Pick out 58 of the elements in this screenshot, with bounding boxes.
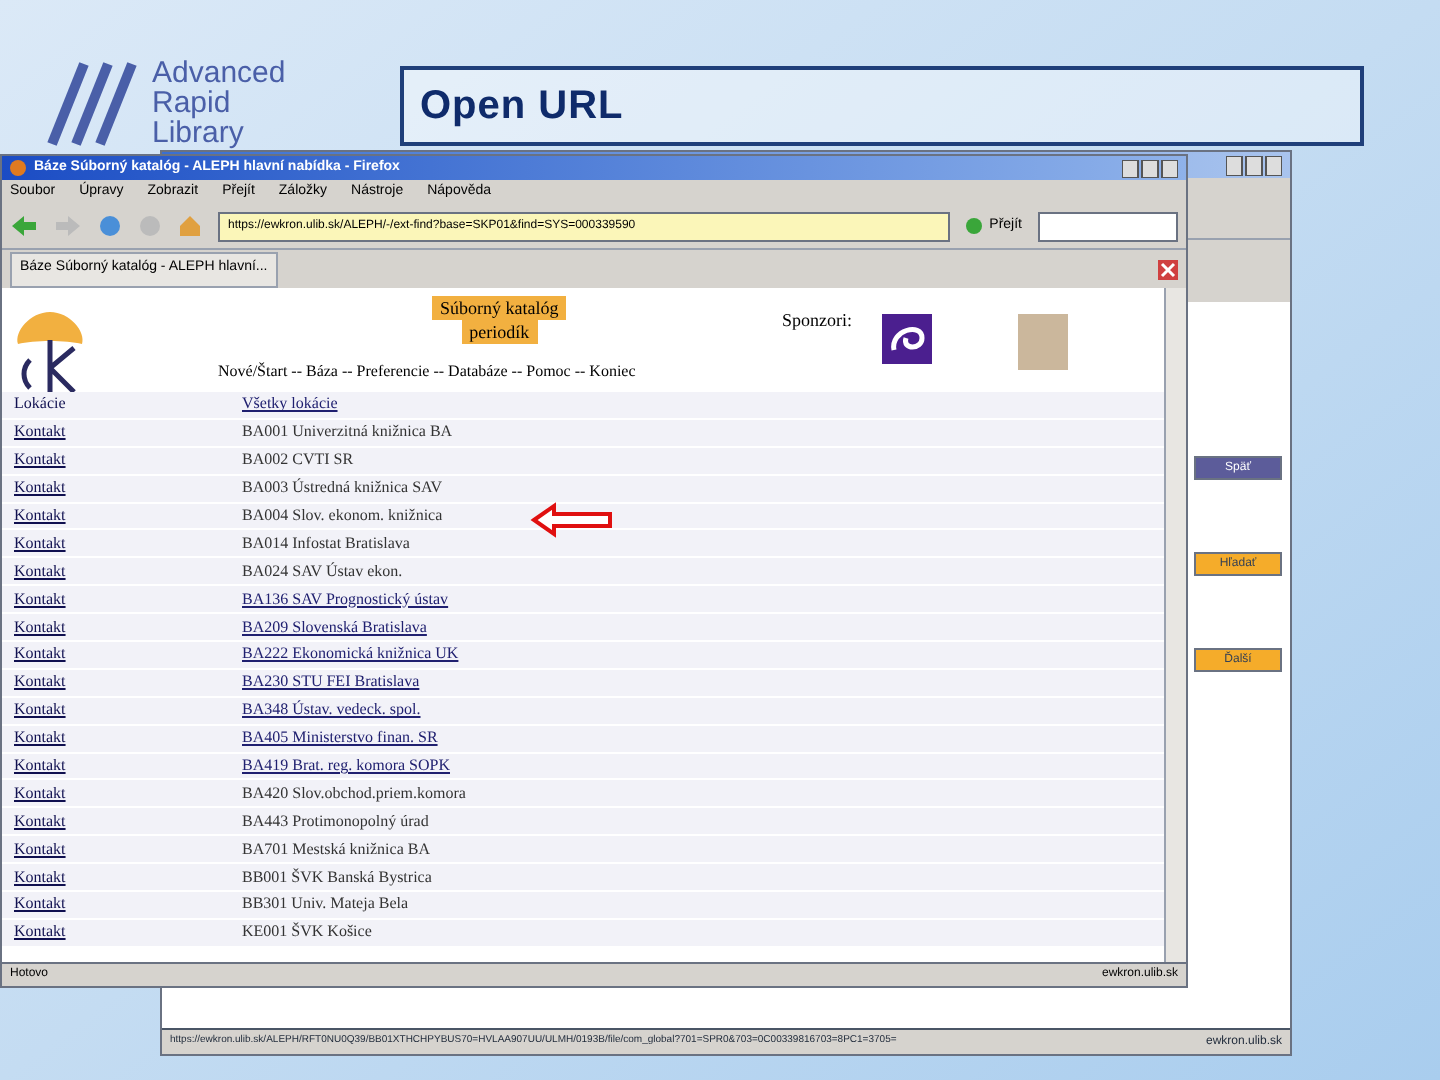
table-cell[interactable]: Kontakt	[2, 754, 232, 779]
table-cell[interactable]: Kontakt	[2, 698, 232, 723]
table-cell[interactable]: BA230 STU FEI Bratislava	[232, 670, 420, 695]
table-cell[interactable]: Kontakt	[2, 920, 232, 945]
table-cell-text: Lokácie	[12, 392, 68, 417]
table-cell[interactable]: Kontakt	[2, 809, 232, 834]
table-cell[interactable]: Kontakt	[2, 865, 232, 890]
browser-icon	[10, 160, 26, 176]
back-icon[interactable]	[10, 214, 38, 238]
table-cell[interactable]: Kontakt	[2, 559, 232, 584]
table-cell-text: BB001 ŠVK Banská Bystrica	[240, 865, 432, 890]
table-cell[interactable]: Kontakt	[2, 476, 232, 501]
table-cell[interactable]: BA209 Slovenská Bratislava	[232, 615, 427, 640]
logo-text: Library	[152, 117, 246, 147]
table-cell[interactable]: Kontakt	[2, 781, 232, 806]
table-cell-text: BA024 SAV Ústav ekon.	[240, 559, 403, 584]
table-cell-text: BA443 Protimonopolný úrad	[240, 809, 429, 834]
table-cell-text: BA014 Infostat Bratislava	[240, 531, 410, 556]
table-cell[interactable]: BA348 Ústav. vedeck. spol.	[232, 698, 421, 723]
logo-text: Rapid	[152, 87, 233, 117]
table-cell[interactable]: Kontakt	[2, 615, 232, 640]
close-icon[interactable]	[1158, 259, 1178, 279]
table-cell-text: BA003 Ústredná knižnica SAV	[240, 476, 443, 501]
table-cell-text: KE001 ŠVK Košice	[240, 920, 372, 945]
table-cell[interactable]: Kontakt	[2, 531, 232, 556]
table-cell[interactable]: Kontakt	[2, 420, 232, 445]
table-cell[interactable]: Kontakt	[2, 892, 232, 917]
sponsors-label: Sponzori:	[782, 308, 852, 334]
catalog-label: periodík	[461, 320, 538, 344]
search-field[interactable]	[1038, 211, 1178, 241]
table-cell[interactable]: Kontakt	[2, 670, 232, 695]
logo-text: Advanced	[152, 57, 286, 87]
table-cell[interactable]: Kontakt	[2, 504, 232, 528]
table-cell[interactable]: Kontakt	[2, 642, 232, 667]
sponsor-logo-icon	[882, 314, 932, 364]
table-cell[interactable]: Kontakt	[2, 837, 232, 862]
table-cell[interactable]: Všetky lokácie	[232, 392, 338, 417]
window-controls-icon	[1226, 155, 1282, 175]
navigation-links[interactable]: Nové/Štart -- Báza -- Preferencie -- Databáze -- Pomoc -- Koniec	[218, 360, 636, 384]
slide-title: Open URL	[420, 82, 624, 132]
table-cell[interactable]: Kontakt	[2, 587, 232, 612]
table-cell-text: BA002 CVTI SR	[240, 448, 354, 473]
table-cell[interactable]: BA136 SAV Prognostický ústav	[232, 587, 449, 612]
table-cell-text: BB301 Univ. Mateja Bela	[240, 892, 409, 917]
photo-placeholder	[1018, 314, 1068, 370]
table-cell[interactable]: Kontakt	[2, 448, 232, 473]
table-cell-text: BA701 Mestská knižnica BA	[240, 837, 430, 862]
catalog-label: Súborný katalóg	[432, 296, 567, 320]
table-cell[interactable]: BA405 Ministerstvo finan. SR	[232, 726, 438, 751]
forward-icon[interactable]	[54, 214, 82, 238]
table-cell[interactable]: BA222 Ekonomická knižnica UK	[232, 642, 459, 667]
table-cell[interactable]: Kontakt	[2, 726, 232, 751]
table-cell[interactable]: BA419 Brat. reg. komora SOPK	[232, 754, 450, 779]
table-cell-text: BA004 Slov. ekonom. knižnica	[240, 504, 443, 528]
table-cell-text: BA420 Slov.obchod.priem.komora	[240, 781, 466, 806]
table-cell-text: BA001 Univerzitná knižnica BA	[240, 420, 453, 445]
window-controls-icon	[1122, 159, 1178, 177]
scrollbar[interactable]	[1164, 288, 1186, 962]
